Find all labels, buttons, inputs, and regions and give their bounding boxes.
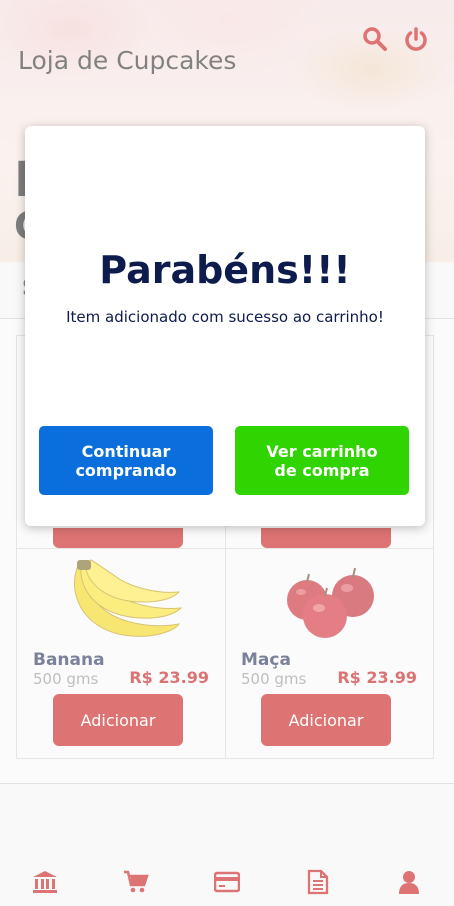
dialog-title: Parabéns!!! — [99, 248, 351, 292]
dialog-message: Item adicionado com sucesso ao carrinho! — [66, 308, 384, 326]
continue-shopping-button[interactable]: Continuar comprando — [39, 426, 213, 495]
success-dialog: Parabéns!!! Item adicionado com sucesso … — [25, 126, 425, 526]
view-cart-button[interactable]: Ver carrinho de compra — [235, 426, 409, 495]
